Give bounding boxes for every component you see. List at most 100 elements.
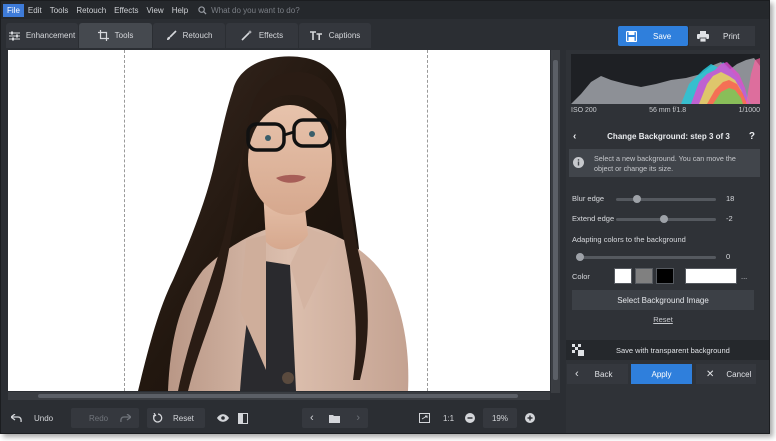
reset-icon [153, 413, 163, 423]
compare-button[interactable] [233, 408, 253, 428]
color-swatch-white[interactable] [614, 268, 632, 284]
back-label: Back [594, 369, 613, 379]
actual-size-button[interactable]: 1:1 [443, 408, 457, 428]
menu-file[interactable]: File [3, 3, 24, 17]
color-label: Color [572, 272, 590, 281]
shutter-value: 1/1000 [738, 107, 760, 114]
fit-screen-icon [418, 413, 430, 423]
blur-edge-label: Blur edge [572, 194, 605, 203]
undo-icon [11, 414, 22, 422]
save-label: Save [653, 31, 672, 41]
app-window: File Edit Tools Retouch Effects View Hel… [0, 0, 770, 434]
redo-button[interactable]: Redo [71, 408, 139, 428]
bottom-toolbar: Undo Redo Reset ‹ › 1:1 19% [1, 403, 566, 433]
back-button[interactable]: ‹ Back [567, 364, 628, 384]
reset-button[interactable]: Reset [147, 408, 205, 428]
iso-value: ISO 200 [571, 107, 597, 114]
menu-effects[interactable]: Effects [110, 4, 142, 17]
command-search[interactable]: What do you want to do? [198, 6, 300, 15]
horizontal-scroll-thumb[interactable] [38, 394, 518, 398]
menu-view[interactable]: View [142, 4, 167, 17]
undo-label: Undo [34, 413, 54, 423]
transparent-save-icon [572, 344, 584, 356]
save-transparent-button[interactable]: Save with transparent background [566, 340, 769, 360]
adapting-colors-value: 0 [726, 252, 731, 261]
tab-effects[interactable]: Effects [226, 23, 298, 48]
exif-info: ISO 200 56 mm f/1.8 1/1000 [571, 107, 760, 114]
info-text-line1: Select a new background. You can move th… [594, 154, 736, 163]
zoom-in-button[interactable] [523, 408, 537, 428]
color-swatch-gray[interactable] [635, 268, 653, 284]
blur-edge-knob[interactable] [632, 195, 641, 203]
info-box: Select a new background. You can move th… [569, 149, 760, 177]
tab-retouch[interactable]: Retouch [153, 23, 225, 48]
adapting-colors-knob[interactable] [576, 253, 584, 261]
tab-label: Effects [258, 31, 284, 40]
extend-edge-label: Extend edge [572, 214, 615, 223]
extend-edge-knob[interactable] [660, 215, 669, 223]
sliders-icon [8, 31, 20, 40]
compare-icon [238, 412, 248, 424]
zoom-level[interactable]: 19% [483, 408, 517, 428]
crop-icon [97, 30, 109, 41]
menu-edit[interactable]: Edit [24, 4, 46, 17]
floppy-disk-icon [626, 30, 637, 42]
text-icon [309, 30, 322, 40]
color-swatch-black[interactable] [656, 268, 674, 284]
vertical-scroll-thumb[interactable] [553, 60, 558, 380]
redo-label: Redo [89, 413, 109, 423]
close-icon: ✕ [706, 368, 715, 380]
adapting-colors-label: Adapting colors to the background [572, 235, 686, 244]
portrait-photo[interactable] [8, 50, 550, 391]
apply-button[interactable]: Apply [631, 364, 692, 384]
print-button[interactable]: Print [689, 26, 755, 46]
folder-icon[interactable] [329, 414, 341, 423]
lens-value: 56 mm f/1.8 [649, 107, 687, 114]
redo-icon [120, 414, 131, 422]
chevron-left-icon[interactable]: ‹ [573, 131, 576, 142]
step-header: ‹ Change Background: step 3 of 3 ? [566, 126, 769, 146]
magic-wand-icon [241, 30, 253, 41]
tab-label: Captions [328, 31, 361, 40]
right-panel: ISO 200 56 mm f/1.8 1/1000 ‹ Change Back… [566, 50, 769, 433]
adapting-colors-slider[interactable] [576, 253, 716, 261]
undo-button[interactable]: Undo [11, 408, 71, 428]
print-label: Print [723, 31, 740, 41]
reset-link[interactable]: Reset [566, 315, 760, 324]
blur-edge-slider[interactable] [616, 195, 716, 203]
menu-help[interactable]: Help [168, 4, 192, 17]
tab-captions[interactable]: Captions [299, 23, 371, 48]
select-background-image-button[interactable]: Select Background Image [572, 290, 754, 310]
menu-bar: File Edit Tools Retouch Effects View Hel… [1, 1, 769, 19]
save-button[interactable]: Save [618, 26, 688, 46]
tab-enhancement[interactable]: Enhancement [6, 23, 78, 48]
tab-label: Enhancement [25, 31, 76, 40]
chevron-right-icon[interactable]: › [356, 412, 360, 424]
zoom-out-button[interactable] [463, 408, 477, 428]
file-navigation: ‹ › [302, 408, 368, 428]
fit-to-screen-button[interactable] [417, 408, 431, 428]
info-text-line2: object or change its size. [594, 163, 674, 173]
chevron-left-icon[interactable]: ‹ [310, 412, 314, 424]
save-transparent-label: Save with transparent background [616, 345, 730, 355]
help-icon[interactable]: ? [749, 131, 755, 142]
more-colors-button[interactable]: ... [741, 272, 747, 281]
extend-edge-slider[interactable] [616, 215, 716, 223]
zoom-in-icon [525, 413, 535, 423]
preview-button[interactable] [213, 408, 233, 428]
chevron-left-icon: ‹ [575, 368, 579, 380]
vertical-scrollbar[interactable] [551, 50, 560, 393]
tab-label: Tools [114, 31, 134, 40]
tab-label: Retouch [182, 31, 213, 40]
menu-tools[interactable]: Tools [46, 4, 73, 17]
cancel-label: Cancel [726, 369, 752, 379]
menu-retouch[interactable]: Retouch [72, 4, 110, 17]
horizontal-scrollbar[interactable] [8, 392, 550, 400]
tab-tools[interactable]: Tools [79, 23, 152, 48]
info-icon [573, 157, 584, 168]
step-title: Change Background: step 3 of 3 [607, 131, 730, 141]
selected-color-preview[interactable] [685, 268, 737, 284]
photo-canvas[interactable] [8, 50, 550, 391]
cancel-button[interactable]: ✕ Cancel [696, 364, 756, 384]
eye-icon [217, 414, 229, 422]
